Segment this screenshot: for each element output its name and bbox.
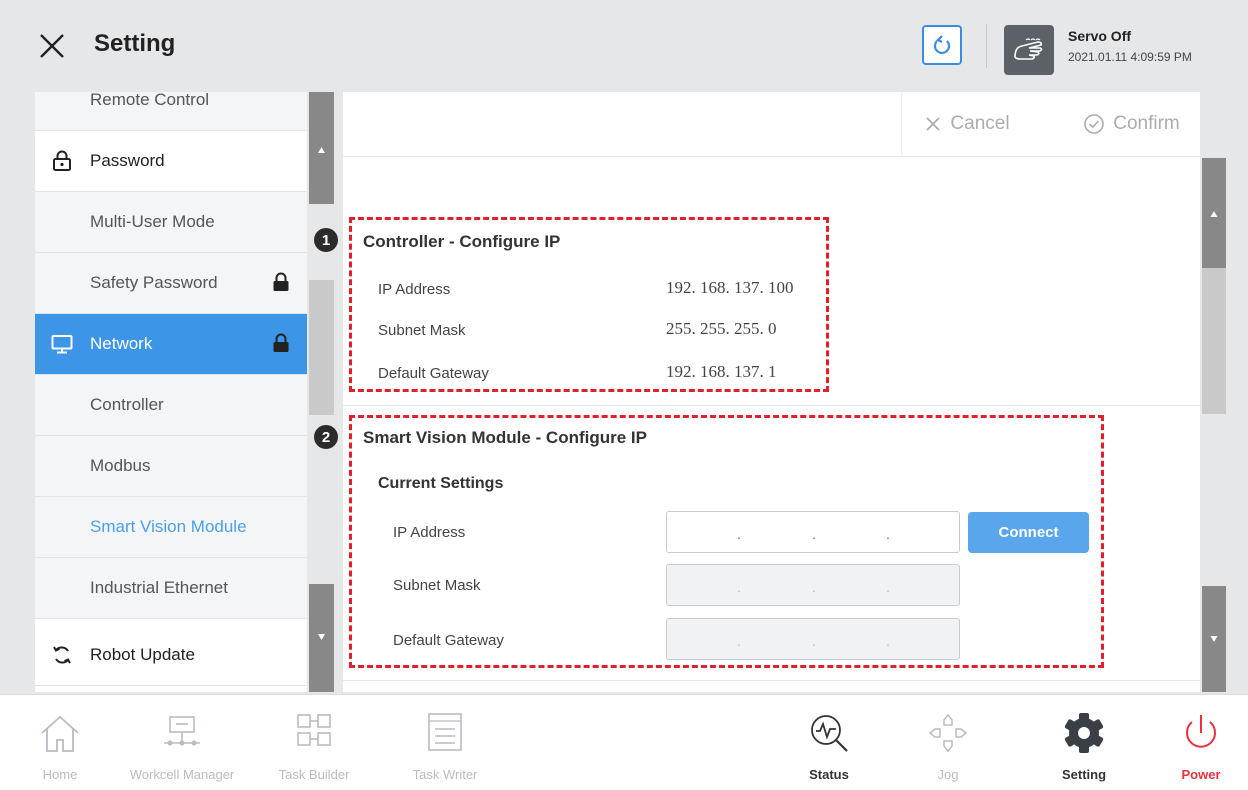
nav-label: Task Writer — [412, 767, 478, 782]
sidebar-item-label: Controller — [90, 395, 164, 414]
confirm-label: Confirm — [1113, 113, 1180, 134]
sidebar-item-label: Multi-User Mode — [90, 212, 215, 231]
sidebar-item-label: Safety Password — [90, 273, 218, 292]
nav-status[interactable]: Status — [793, 695, 865, 790]
sidebar-item-label: Smart Vision Module — [90, 517, 247, 536]
workcell-icon — [164, 716, 200, 746]
servo-button[interactable] — [1004, 25, 1054, 75]
scroll-thumb[interactable] — [1202, 268, 1226, 414]
nav-jog[interactable]: Jog — [918, 695, 978, 790]
power-icon — [1186, 715, 1216, 748]
nav-label: Task Builder — [278, 767, 350, 782]
sidebar-item-safety-password[interactable]: Safety Password — [35, 253, 307, 314]
nav-label: Jog — [937, 767, 959, 782]
cancel-label: Cancel — [950, 113, 1010, 134]
confirm-button[interactable]: Confirm — [1063, 92, 1200, 156]
sidebar-item-industrial-ethernet[interactable]: Industrial Ethernet — [35, 558, 307, 619]
action-bar: Cancel Confirm — [343, 92, 1200, 157]
scroll-up-button[interactable] — [1202, 158, 1226, 268]
top-bar: Setting Servo Off 2021.01.11 4:09:59 PM — [0, 0, 1248, 92]
nav-label: Setting — [1061, 767, 1107, 782]
status-icon — [811, 715, 848, 752]
scroll-down-button[interactable] — [309, 584, 334, 692]
hand-icon — [1014, 38, 1043, 60]
nav-workcell-manager[interactable]: Workcell Manager — [118, 695, 246, 790]
sidebar-item-label: Modbus — [90, 456, 151, 475]
home-icon — [41, 715, 79, 752]
sidebar-item-multi-user-mode[interactable]: Multi-User Mode — [35, 192, 307, 253]
arrow-up-icon — [318, 147, 325, 153]
cancel-button[interactable]: Cancel — [901, 92, 1032, 156]
datetime: 2021.01.11 4:09:59 PM — [1068, 50, 1192, 64]
nav-label: Status — [809, 767, 849, 782]
nav-label: Home — [42, 767, 78, 782]
close-icon[interactable] — [36, 30, 68, 62]
section-divider — [343, 405, 1200, 406]
settings-sidebar: Remote Control Password Multi-User Mode … — [35, 92, 307, 692]
scroll-down-button[interactable] — [1202, 586, 1226, 692]
gear-icon — [1064, 713, 1104, 753]
content-scrollbar[interactable] — [1202, 158, 1226, 692]
scroll-up-button[interactable] — [309, 92, 334, 204]
sidebar-item-label: Network — [90, 334, 153, 353]
jog-icon — [928, 713, 968, 753]
sidebar-item-label: Remote Control — [90, 92, 210, 109]
sidebar-item-label: Robot Update — [90, 645, 195, 664]
sidebar-item-controller[interactable]: Controller — [35, 375, 307, 436]
nav-task-writer[interactable]: Task Writer — [390, 695, 500, 790]
nav-power[interactable]: Power — [1168, 695, 1234, 790]
arrow-down-icon — [318, 634, 325, 640]
sidebar-item-robot-update[interactable]: Robot Update — [35, 625, 307, 686]
arrow-down-icon — [1210, 636, 1218, 642]
arrow-up-icon — [1210, 211, 1218, 217]
sidebar-item-label: Password — [90, 151, 165, 170]
reset-button[interactable] — [922, 25, 962, 65]
controller-highlight-box — [349, 217, 829, 392]
sidebar-item-password[interactable]: Password — [35, 131, 307, 192]
lock-icon — [273, 272, 289, 291]
sync-icon — [53, 646, 71, 664]
reset-icon — [933, 35, 951, 54]
sidebar-item-modbus[interactable]: Modbus — [35, 436, 307, 497]
nav-setting[interactable]: Setting — [1044, 695, 1124, 790]
sidebar-item-network[interactable]: Network — [35, 314, 307, 375]
scroll-thumb[interactable] — [309, 280, 334, 415]
section-divider — [343, 680, 1200, 681]
step-badge-1: 1 — [314, 228, 338, 252]
sidebar-item-smart-vision-module[interactable]: Smart Vision Module — [35, 497, 307, 558]
sidebar-scrollbar[interactable] — [309, 92, 334, 692]
sidebar-item-label: Industrial Ethernet — [90, 578, 228, 597]
page-title: Setting — [94, 30, 176, 57]
task-writer-icon — [428, 713, 462, 751]
step-badge-2: 2 — [314, 425, 338, 449]
nav-home[interactable]: Home — [30, 695, 90, 790]
nav-label: Power — [1181, 767, 1221, 782]
check-circle-icon — [1084, 114, 1105, 134]
close-icon — [926, 117, 941, 131]
lock-icon — [273, 333, 289, 352]
monitor-icon — [51, 335, 73, 354]
servo-status: Servo Off — [1068, 28, 1132, 44]
toolbar-divider — [986, 24, 987, 68]
sidebar-item-remote-control[interactable]: Remote Control — [35, 92, 307, 131]
nav-label: Workcell Manager — [129, 767, 235, 782]
padlock-outline-icon — [53, 150, 71, 171]
task-builder-icon — [297, 714, 331, 746]
nav-task-builder[interactable]: Task Builder — [266, 695, 362, 790]
vision-highlight-box — [349, 415, 1104, 668]
bottom-nav: Home Workcell Manager Task Builder Task … — [0, 694, 1248, 790]
